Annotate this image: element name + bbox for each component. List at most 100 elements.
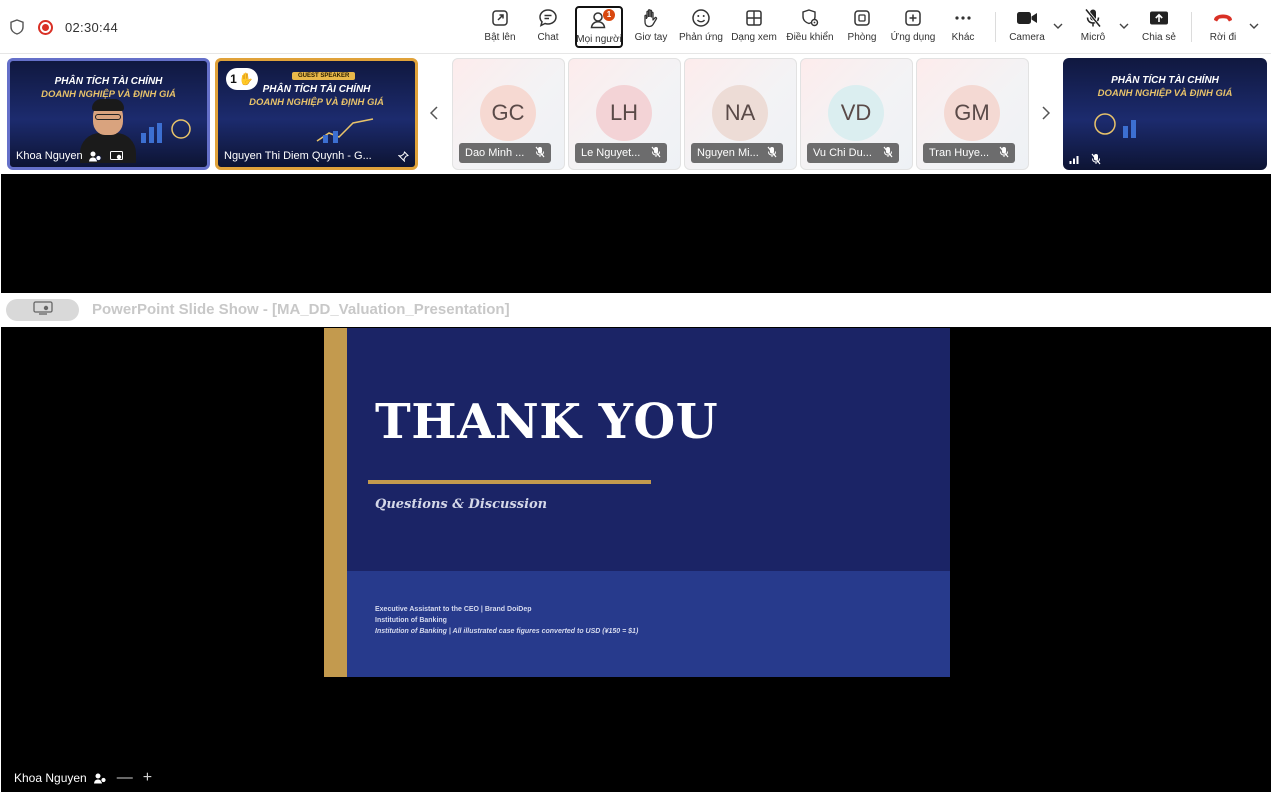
mic-label: Micrô — [1080, 32, 1106, 43]
shield-icon[interactable] — [9, 19, 25, 35]
banner-subtitle: DOANH NGHIỆP VÀ ĐỊNH GIÁ — [1097, 88, 1233, 99]
presenter-name: Khoa Nguyen — [14, 771, 87, 785]
slide-subtitle: Questions & Discussion — [375, 497, 548, 512]
participant-avatar: NA — [712, 85, 768, 141]
raise-hand-label: Giơ tay — [634, 32, 668, 43]
hand-icon — [642, 6, 660, 30]
slide-footer-line: Executive Assistant to the CEO | Brand D… — [375, 606, 532, 613]
leave-label: Rời đi — [1209, 32, 1237, 43]
share-screen-icon — [1149, 6, 1169, 30]
participant-tile[interactable]: GM Tran Huye... — [916, 58, 1029, 170]
participant-avatar: LH — [596, 85, 652, 141]
participant-tile[interactable]: NA Nguyen Mi... — [684, 58, 797, 170]
more-label: Khác — [951, 32, 975, 43]
strip-next-chevron-icon[interactable] — [1038, 103, 1054, 123]
smile-icon — [691, 6, 711, 30]
chat-label: Chat — [537, 32, 559, 43]
banner-subtitle: DOANH NGHIỆP VÀ ĐỊNH GIÁ — [249, 97, 384, 108]
slide-title: THANK YOU — [375, 394, 719, 450]
slide-divider — [368, 480, 651, 484]
leave-options-chevron-icon[interactable] — [1248, 18, 1260, 34]
people-label: Mọi người — [576, 34, 622, 45]
participant-name: Nguyen Thi Diem Quynh - G... — [224, 150, 372, 162]
participant-nameplate: Le Nguyet... — [575, 143, 667, 163]
participant-name: Khoa Nguyen — [16, 150, 83, 162]
share-button[interactable]: Chia sẻ — [1140, 6, 1178, 48]
react-label: Phản ứng — [679, 32, 723, 43]
leave-button[interactable]: Rời đi — [1205, 6, 1241, 48]
participant-tile[interactable]: VD Vu Chi Du... — [800, 58, 913, 170]
mic-off-icon — [1084, 6, 1102, 30]
toolbar-divider — [1191, 12, 1192, 42]
meeting-window: 02:30:44 Bật lên Chat 1 Mọi người Giơ ta… — [0, 0, 1271, 792]
slide-footer-line: Institution of Banking | All illustrated… — [375, 628, 639, 635]
participant-nameplate: Dao Minh ... — [459, 143, 551, 163]
rooms-icon — [853, 6, 871, 30]
screen-share-indicator-icon — [109, 150, 123, 162]
participant-nameplate: Nguyen Thi Diem Quynh - G... — [224, 150, 409, 162]
more-icon — [954, 6, 972, 30]
camera-options-chevron-icon[interactable] — [1052, 18, 1064, 34]
people-icon: 1 — [589, 8, 615, 32]
view-button[interactable]: Dạng xem — [731, 6, 777, 48]
host-icon — [88, 150, 102, 162]
apps-button[interactable]: Ứng dụng — [890, 6, 936, 48]
slide-footer-line: Institution of Banking — [375, 617, 447, 624]
presentation-slide: THANK YOU Questions & Discussion Executi… — [324, 328, 950, 677]
participant-name: Tran Huye... — [929, 147, 990, 159]
participant-tile-quynh[interactable]: GUEST SPEAKER PHÂN TÍCH TÀI CHÍNH DOANH … — [215, 58, 418, 170]
zoom-in-button[interactable]: + — [143, 770, 152, 786]
shield-gear-icon — [800, 6, 820, 30]
meeting-toolbar: 02:30:44 Bật lên Chat 1 Mọi người Giơ ta… — [0, 0, 1271, 54]
grid-icon — [745, 6, 763, 30]
participant-nameplate: Khoa Nguyen — [16, 150, 123, 162]
react-button[interactable]: Phản ứng — [679, 6, 723, 48]
raised-hand-count: 1 — [230, 72, 237, 86]
raise-hand-button[interactable]: Giơ tay — [633, 6, 669, 48]
participant-status — [1069, 153, 1101, 165]
participant-name: Vu Chi Du... — [813, 147, 872, 159]
shared-window-title: PowerPoint Slide Show - [MA_DD_Valuation… — [92, 301, 510, 318]
participant-name: Dao Minh ... — [465, 147, 525, 159]
share-label: Chia sẻ — [1142, 32, 1176, 43]
strip-prev-chevron-icon[interactable] — [426, 103, 442, 123]
meeting-timer: 02:30:44 — [65, 19, 119, 35]
slide-accent-bar — [324, 328, 347, 677]
people-button[interactable]: 1 Mọi người — [575, 6, 623, 48]
chat-button[interactable]: Chat — [533, 6, 563, 48]
slide-footer: Executive Assistant to the CEO | Brand D… — [347, 571, 950, 677]
participant-name: Le Nguyet... — [581, 147, 641, 159]
participant-name: Nguyen Mi... — [697, 147, 759, 159]
participant-tile[interactable]: LH Le Nguyet... — [568, 58, 681, 170]
camera-button[interactable]: Camera — [1008, 6, 1046, 48]
mic-off-icon — [999, 146, 1009, 161]
banner-title: PHÂN TÍCH TÀI CHÍNH — [54, 76, 163, 87]
raise-screen-label: Bật lên — [484, 32, 516, 43]
participant-nameplate: Vu Chi Du... — [807, 143, 899, 163]
people-badge: 1 — [603, 9, 615, 21]
participant-tile-mirrored[interactable]: PHÂN TÍCH TÀI CHÍNH DOANH NGHIỆP VÀ ĐỊNH… — [1063, 58, 1267, 170]
screen-share-icon — [32, 300, 53, 320]
participant-nameplate: Tran Huye... — [923, 143, 1015, 163]
mic-button[interactable]: Micrô — [1077, 6, 1109, 48]
banner-title: PHÂN TÍCH TÀI CHÍNH — [1111, 75, 1219, 86]
more-button[interactable]: Khác — [950, 6, 976, 48]
zoom-out-button[interactable]: — — [117, 770, 133, 786]
plus-square-icon — [904, 6, 922, 30]
share-view-toggle[interactable] — [6, 299, 79, 321]
rooms-button[interactable]: Phòng — [846, 6, 878, 48]
participant-tile-khoa[interactable]: PHÂN TÍCH TÀI CHÍNH DOANH NGHIỆP VÀ ĐỊNH… — [7, 58, 210, 170]
record-icon[interactable] — [37, 19, 53, 35]
participant-avatar: GC — [480, 85, 536, 141]
rooms-label: Phòng — [847, 32, 877, 43]
signal-icon — [1069, 155, 1079, 164]
banner-chart-graphic — [316, 118, 374, 143]
camera-label: Camera — [1009, 32, 1045, 43]
participant-tile[interactable]: GC Dao Minh ... — [452, 58, 565, 170]
control-button[interactable]: Điều khiển — [786, 6, 834, 48]
raise-screen-button[interactable]: Bật lên — [481, 6, 519, 48]
meeting-status: 02:30:44 — [9, 17, 118, 37]
mic-options-chevron-icon[interactable] — [1118, 18, 1130, 34]
banner-chart-graphic — [1094, 113, 1136, 138]
mic-off-icon — [767, 146, 777, 161]
